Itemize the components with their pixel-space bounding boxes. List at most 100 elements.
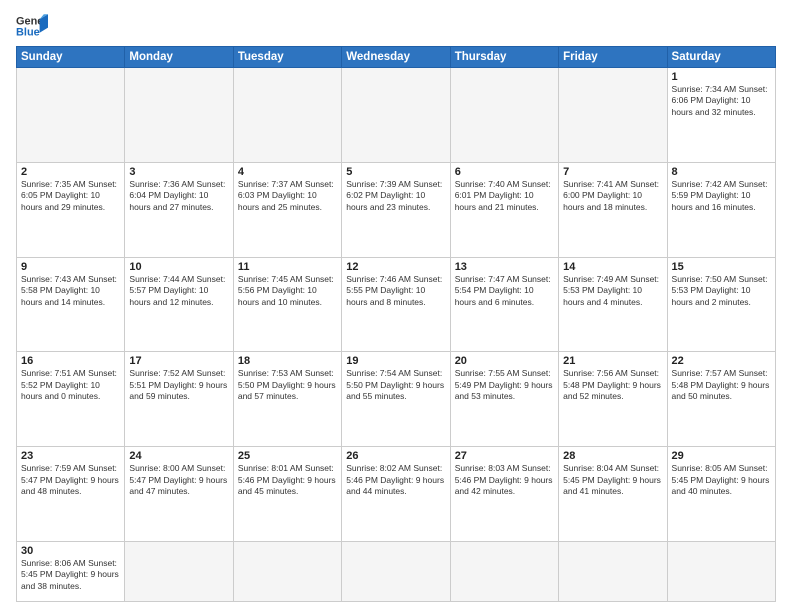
day-number: 10 [129, 261, 228, 273]
day-info: Sunrise: 8:03 AM Sunset: 5:46 PM Dayligh… [455, 463, 554, 497]
calendar-cell [125, 542, 233, 602]
day-number: 19 [346, 355, 445, 367]
day-number: 21 [563, 355, 662, 367]
col-header-friday: Friday [559, 47, 667, 68]
day-info: Sunrise: 7:40 AM Sunset: 6:01 PM Dayligh… [455, 179, 554, 213]
day-number: 30 [21, 545, 120, 557]
day-info: Sunrise: 7:47 AM Sunset: 5:54 PM Dayligh… [455, 274, 554, 308]
col-header-saturday: Saturday [667, 47, 775, 68]
day-info: Sunrise: 7:39 AM Sunset: 6:02 PM Dayligh… [346, 179, 445, 213]
day-number: 18 [238, 355, 337, 367]
day-info: Sunrise: 8:02 AM Sunset: 5:46 PM Dayligh… [346, 463, 445, 497]
calendar-cell: 4Sunrise: 7:37 AM Sunset: 6:03 PM Daylig… [233, 162, 341, 257]
calendar-cell: 9Sunrise: 7:43 AM Sunset: 5:58 PM Daylig… [17, 257, 125, 352]
calendar-cell: 3Sunrise: 7:36 AM Sunset: 6:04 PM Daylig… [125, 162, 233, 257]
day-number: 7 [563, 166, 662, 178]
calendar-cell: 7Sunrise: 7:41 AM Sunset: 6:00 PM Daylig… [559, 162, 667, 257]
calendar-cell [450, 68, 558, 163]
day-info: Sunrise: 7:37 AM Sunset: 6:03 PM Dayligh… [238, 179, 337, 213]
day-info: Sunrise: 8:06 AM Sunset: 5:45 PM Dayligh… [21, 558, 120, 592]
col-header-monday: Monday [125, 47, 233, 68]
calendar-cell: 18Sunrise: 7:53 AM Sunset: 5:50 PM Dayli… [233, 352, 341, 447]
calendar-cell: 30Sunrise: 8:06 AM Sunset: 5:45 PM Dayli… [17, 542, 125, 602]
day-number: 6 [455, 166, 554, 178]
day-number: 23 [21, 450, 120, 462]
day-number: 8 [672, 166, 771, 178]
calendar-cell: 6Sunrise: 7:40 AM Sunset: 6:01 PM Daylig… [450, 162, 558, 257]
day-info: Sunrise: 8:04 AM Sunset: 5:45 PM Dayligh… [563, 463, 662, 497]
day-info: Sunrise: 7:45 AM Sunset: 5:56 PM Dayligh… [238, 274, 337, 308]
calendar-cell: 25Sunrise: 8:01 AM Sunset: 5:46 PM Dayli… [233, 447, 341, 542]
day-number: 2 [21, 166, 120, 178]
day-info: Sunrise: 7:35 AM Sunset: 6:05 PM Dayligh… [21, 179, 120, 213]
calendar-cell: 24Sunrise: 8:00 AM Sunset: 5:47 PM Dayli… [125, 447, 233, 542]
day-info: Sunrise: 7:52 AM Sunset: 5:51 PM Dayligh… [129, 368, 228, 402]
calendar-cell: 21Sunrise: 7:56 AM Sunset: 5:48 PM Dayli… [559, 352, 667, 447]
day-number: 15 [672, 261, 771, 273]
day-number: 22 [672, 355, 771, 367]
day-number: 12 [346, 261, 445, 273]
day-info: Sunrise: 7:51 AM Sunset: 5:52 PM Dayligh… [21, 368, 120, 402]
calendar-cell [667, 542, 775, 602]
calendar-cell [559, 68, 667, 163]
col-header-wednesday: Wednesday [342, 47, 450, 68]
day-info: Sunrise: 7:57 AM Sunset: 5:48 PM Dayligh… [672, 368, 771, 402]
day-number: 20 [455, 355, 554, 367]
calendar-cell [342, 542, 450, 602]
day-number: 14 [563, 261, 662, 273]
day-info: Sunrise: 7:53 AM Sunset: 5:50 PM Dayligh… [238, 368, 337, 402]
calendar-cell: 10Sunrise: 7:44 AM Sunset: 5:57 PM Dayli… [125, 257, 233, 352]
col-header-thursday: Thursday [450, 47, 558, 68]
day-info: Sunrise: 7:54 AM Sunset: 5:50 PM Dayligh… [346, 368, 445, 402]
day-number: 25 [238, 450, 337, 462]
day-info: Sunrise: 7:59 AM Sunset: 5:47 PM Dayligh… [21, 463, 120, 497]
day-number: 13 [455, 261, 554, 273]
day-info: Sunrise: 7:43 AM Sunset: 5:58 PM Dayligh… [21, 274, 120, 308]
calendar-cell [450, 542, 558, 602]
calendar-cell [17, 68, 125, 163]
calendar-cell: 19Sunrise: 7:54 AM Sunset: 5:50 PM Dayli… [342, 352, 450, 447]
day-info: Sunrise: 7:41 AM Sunset: 6:00 PM Dayligh… [563, 179, 662, 213]
day-number: 16 [21, 355, 120, 367]
day-number: 24 [129, 450, 228, 462]
logo: General Blue [16, 12, 48, 40]
calendar-cell: 2Sunrise: 7:35 AM Sunset: 6:05 PM Daylig… [17, 162, 125, 257]
calendar-cell [125, 68, 233, 163]
calendar-cell: 11Sunrise: 7:45 AM Sunset: 5:56 PM Dayli… [233, 257, 341, 352]
day-number: 1 [672, 71, 771, 83]
calendar-cell: 17Sunrise: 7:52 AM Sunset: 5:51 PM Dayli… [125, 352, 233, 447]
day-number: 3 [129, 166, 228, 178]
day-number: 11 [238, 261, 337, 273]
calendar-cell: 12Sunrise: 7:46 AM Sunset: 5:55 PM Dayli… [342, 257, 450, 352]
day-info: Sunrise: 8:01 AM Sunset: 5:46 PM Dayligh… [238, 463, 337, 497]
day-number: 26 [346, 450, 445, 462]
calendar-cell [559, 542, 667, 602]
day-info: Sunrise: 7:49 AM Sunset: 5:53 PM Dayligh… [563, 274, 662, 308]
calendar-cell: 15Sunrise: 7:50 AM Sunset: 5:53 PM Dayli… [667, 257, 775, 352]
calendar-cell: 27Sunrise: 8:03 AM Sunset: 5:46 PM Dayli… [450, 447, 558, 542]
day-number: 28 [563, 450, 662, 462]
day-info: Sunrise: 7:56 AM Sunset: 5:48 PM Dayligh… [563, 368, 662, 402]
day-info: Sunrise: 7:36 AM Sunset: 6:04 PM Dayligh… [129, 179, 228, 213]
day-info: Sunrise: 7:42 AM Sunset: 5:59 PM Dayligh… [672, 179, 771, 213]
day-number: 9 [21, 261, 120, 273]
calendar-cell: 23Sunrise: 7:59 AM Sunset: 5:47 PM Dayli… [17, 447, 125, 542]
day-number: 27 [455, 450, 554, 462]
generalblue-logo-icon: General Blue [16, 12, 48, 40]
page: General Blue SundayMondayTuesdayWednesda… [0, 0, 792, 612]
calendar-cell: 8Sunrise: 7:42 AM Sunset: 5:59 PM Daylig… [667, 162, 775, 257]
calendar-cell: 1Sunrise: 7:34 AM Sunset: 6:06 PM Daylig… [667, 68, 775, 163]
calendar-cell: 28Sunrise: 8:04 AM Sunset: 5:45 PM Dayli… [559, 447, 667, 542]
calendar-cell [233, 542, 341, 602]
day-info: Sunrise: 7:55 AM Sunset: 5:49 PM Dayligh… [455, 368, 554, 402]
calendar-cell: 14Sunrise: 7:49 AM Sunset: 5:53 PM Dayli… [559, 257, 667, 352]
calendar-cell: 22Sunrise: 7:57 AM Sunset: 5:48 PM Dayli… [667, 352, 775, 447]
calendar-cell [342, 68, 450, 163]
svg-text:Blue: Blue [16, 26, 40, 38]
header: General Blue [16, 12, 776, 40]
day-info: Sunrise: 8:00 AM Sunset: 5:47 PM Dayligh… [129, 463, 228, 497]
calendar-cell [233, 68, 341, 163]
calendar-cell: 26Sunrise: 8:02 AM Sunset: 5:46 PM Dayli… [342, 447, 450, 542]
calendar-cell: 5Sunrise: 7:39 AM Sunset: 6:02 PM Daylig… [342, 162, 450, 257]
day-info: Sunrise: 7:44 AM Sunset: 5:57 PM Dayligh… [129, 274, 228, 308]
